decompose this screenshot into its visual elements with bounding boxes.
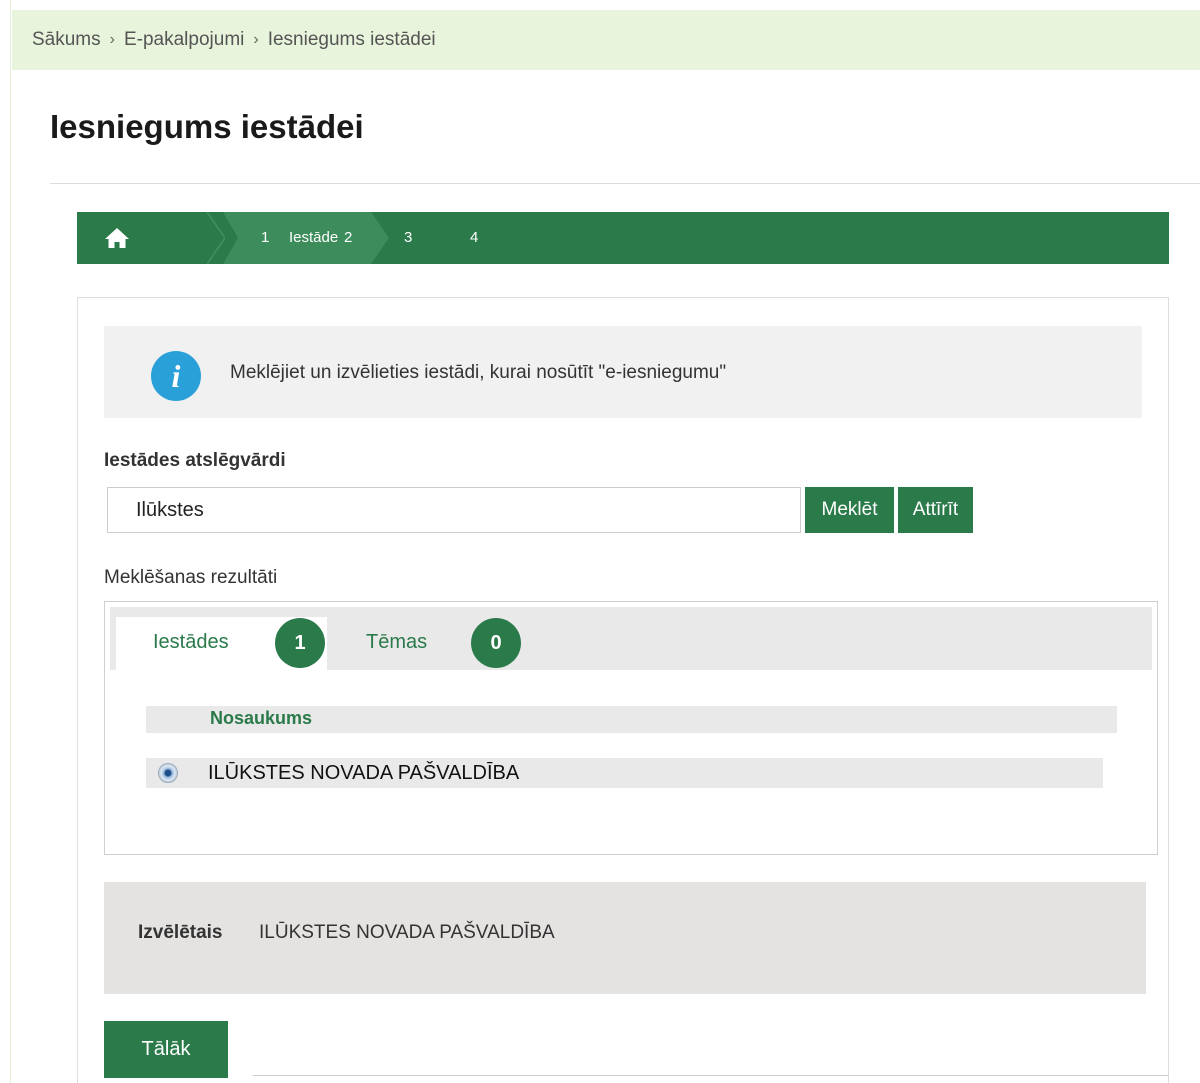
left-edge-strip <box>0 0 11 1083</box>
step-1-label[interactable]: Iestāde <box>289 212 338 264</box>
selected-label: Izvēlētais <box>138 922 223 943</box>
home-icon <box>105 228 129 248</box>
breadcrumb-link-home[interactable]: Sākums <box>32 29 101 51</box>
clear-button[interactable]: Attīrīt <box>898 487 973 533</box>
tab-topics[interactable]: Tēmas <box>366 631 427 654</box>
title-divider <box>50 183 1200 184</box>
step-home[interactable] <box>77 212 157 264</box>
keywords-label: Iestādes atslēgvārdi <box>104 450 286 471</box>
info-text: Meklējiet un izvēlieties iestādi, kurai … <box>230 362 727 383</box>
selected-institution-box: Izvēlētais ILŪKSTES NOVADA PAŠVALDĪBA <box>104 882 1146 994</box>
step-separator-chevron <box>207 212 225 264</box>
results-table-header: Nosaukums <box>146 706 1117 733</box>
next-button[interactable]: Tālāk <box>104 1021 228 1078</box>
column-header-name[interactable]: Nosaukums <box>210 708 312 729</box>
tab-institutions-count-badge: 1 <box>275 618 325 668</box>
page: Sākums › E-pakalpojumi › Iesniegums iest… <box>0 0 1200 1083</box>
wizard-step-bar: 1 Iestāde 2 3 4 <box>77 212 1169 264</box>
info-message: i Meklējiet un izvēlieties iestādi, kura… <box>104 326 1142 418</box>
search-button[interactable]: Meklēt <box>805 487 894 533</box>
step-4[interactable]: 4 <box>470 212 478 264</box>
page-title: Iesniegums iestādei <box>50 108 364 145</box>
result-radio-selected[interactable] <box>159 764 177 782</box>
info-icon: i <box>151 351 201 401</box>
breadcrumb-separator: › <box>253 31 259 48</box>
results-label: Meklēšanas rezultāti <box>104 567 278 588</box>
breadcrumb-current: Iesniegums iestādei <box>267 29 436 50</box>
bottom-divider <box>253 1075 1169 1076</box>
table-row[interactable]: ILŪKSTES NOVADA PAŠVALDĪBA <box>146 758 1103 788</box>
tab-institutions-label[interactable]: Iestādes <box>153 631 229 654</box>
tab-topics-count-badge: 0 <box>471 618 521 668</box>
step-1-number[interactable]: 1 <box>261 212 269 264</box>
step-2[interactable]: 2 <box>344 212 352 264</box>
keywords-input[interactable] <box>107 487 801 533</box>
selected-value: ILŪKSTES NOVADA PAŠVALDĪBA <box>259 922 555 943</box>
breadcrumb-link-e-services[interactable]: E-pakalpojumi <box>124 29 244 51</box>
result-name[interactable]: ILŪKSTES NOVADA PAŠVALDĪBA <box>208 762 519 785</box>
step-3[interactable]: 3 <box>404 212 412 264</box>
breadcrumb-separator: › <box>109 31 115 48</box>
breadcrumb: Sākums › E-pakalpojumi › Iesniegums iest… <box>12 10 1200 70</box>
